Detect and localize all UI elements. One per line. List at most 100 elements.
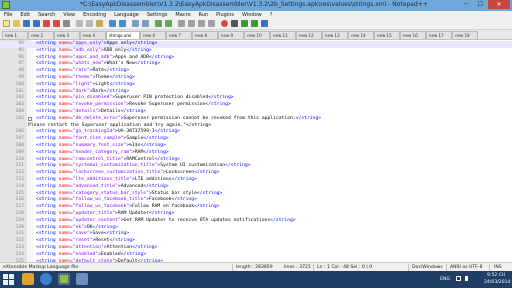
tab-new-4[interactable]: new 4	[80, 31, 106, 39]
code-line[interactable]: 100 <string name="light">Light</string>	[0, 82, 512, 89]
tab-new-12[interactable]: new 12	[296, 31, 322, 39]
menu-run[interactable]: Run	[195, 11, 213, 19]
replace-icon[interactable]	[142, 20, 149, 27]
browser-icon[interactable]	[40, 273, 52, 285]
menu-file[interactable]: File	[0, 11, 16, 19]
close-all-icon[interactable]	[53, 20, 60, 27]
menu-encoding[interactable]: Encoding	[79, 11, 110, 19]
tab-new-9[interactable]: new 9	[218, 31, 244, 39]
stop-macro-icon[interactable]	[231, 20, 238, 27]
code-line[interactable]: 99 <string name="theme">Theme</string>	[0, 75, 512, 82]
minimize-button[interactable]: ─	[458, 0, 473, 9]
tray-language[interactable]: ENG	[440, 277, 450, 282]
code-line[interactable]: 109 <string name="header_category_ram">RA…	[0, 150, 512, 157]
app-taskbar-icon[interactable]	[76, 273, 88, 285]
network-icon[interactable]	[456, 276, 461, 281]
menu-plugins[interactable]: Plugins	[212, 11, 238, 19]
attr-value: "save"	[72, 231, 90, 237]
tab-new-2[interactable]: new 2	[28, 31, 54, 39]
code-line[interactable]: 95 <string name="adb_only">ADB only</stri…	[0, 48, 512, 55]
show-all-chars-icon[interactable]	[198, 20, 205, 27]
tab-new-1[interactable]: new 1	[2, 31, 28, 39]
zoom-out-icon[interactable]	[165, 20, 172, 27]
tab-new-18[interactable]: new 18	[452, 31, 478, 39]
tab-new-7[interactable]: new 7	[166, 31, 192, 39]
code-line[interactable]: 107 <string name="font_size_sample">Sampl…	[0, 136, 512, 143]
code-line[interactable]: 98 <string name="rate">Rate</string>	[0, 68, 512, 75]
string-value: RAM	[134, 149, 144, 155]
tab-new-10[interactable]: new 10	[244, 31, 270, 39]
code-line[interactable]: 103 <string name="revoke_permission">Revo…	[0, 102, 512, 109]
copy-icon[interactable]	[86, 20, 93, 27]
play-macro-icon[interactable]	[241, 20, 248, 27]
notepad-plus-plus-taskbar-icon[interactable]	[58, 273, 70, 285]
xml-tag: <string	[36, 143, 59, 148]
tab-new-15[interactable]: new 15	[374, 31, 400, 39]
code-line[interactable]: 113 <string name="lte_additions_title">LT…	[0, 177, 512, 184]
maximize-button[interactable]: ☐	[473, 0, 488, 9]
menu-settings[interactable]: Settings	[143, 11, 172, 19]
windows-start-icon[interactable]	[3, 274, 14, 285]
zoom-in-icon[interactable]	[155, 20, 162, 27]
open-folder-icon[interactable]	[13, 20, 20, 27]
xml-tag: </string>	[194, 170, 220, 176]
code-editor[interactable]: 94 <string name="apps_only">Apps only</st…	[0, 40, 512, 262]
code-line[interactable]: 105 <string name="db_delete_error">Superu…	[0, 116, 512, 123]
tab-new-6[interactable]: new 6	[140, 31, 166, 39]
volume-icon[interactable]	[465, 276, 471, 281]
code-line[interactable]: 122 <string name="reset">Reset</string>	[0, 238, 512, 245]
undo-icon[interactable]	[109, 20, 116, 27]
code-line[interactable]: 108 <string name="summary_font_size">%1$s…	[0, 143, 512, 150]
code-line[interactable]: 94 <string name="apps_only">Apps only</st…	[0, 41, 512, 48]
xml-tag: </string>	[132, 41, 158, 46]
xml-tag: </string>	[154, 156, 180, 162]
new-file-icon[interactable]	[3, 20, 10, 27]
tab-new-3[interactable]: new 3	[54, 31, 80, 39]
code-line[interactable]: 114 <string name="advanced_title">Advance…	[0, 184, 512, 191]
run-macro-multiple-icon[interactable]	[251, 20, 258, 27]
menu-window[interactable]: Window	[238, 11, 266, 19]
close-file-icon[interactable]	[43, 20, 50, 27]
menu-language[interactable]: Language	[110, 11, 143, 19]
tab-new-11[interactable]: new 11	[270, 31, 296, 39]
menu-search[interactable]: Search	[34, 11, 59, 19]
clock-time[interactable]: 9:52 CH	[487, 273, 505, 278]
tab-strings-xml[interactable]: strings.xml	[106, 31, 140, 39]
tab-new-13[interactable]: new 13	[322, 31, 348, 39]
file-explorer-icon[interactable]	[22, 273, 34, 285]
code-text: <string name="reset">Reset</string>	[36, 238, 135, 245]
clock-date[interactable]: 24/03/2014	[484, 280, 510, 285]
attr-name: name	[58, 81, 70, 87]
save-icon[interactable]	[23, 20, 30, 27]
attr-name: name	[58, 183, 70, 189]
tab-new-16[interactable]: new 16	[400, 31, 426, 39]
code-line[interactable]: 119 <string name="updater_content">Get RA…	[0, 218, 512, 225]
record-macro-icon[interactable]	[221, 20, 228, 27]
indent-guide-icon[interactable]	[208, 20, 215, 27]
paste-icon[interactable]	[96, 20, 103, 27]
attr-value: "adb_only"	[72, 47, 101, 53]
menu-edit[interactable]: Edit	[16, 11, 34, 19]
redo-icon[interactable]	[119, 20, 126, 27]
close-button[interactable]: ✕	[488, 0, 510, 9]
code-line[interactable]: 124 <string name="enabled">Enabled</strin…	[0, 252, 512, 259]
menu-help[interactable]: ?	[266, 11, 277, 19]
code-line[interactable]: 112 <string name="lockscreen_customizatio…	[0, 170, 512, 177]
sync-scroll-icon[interactable]	[178, 20, 185, 27]
tab-new-8[interactable]: new 8	[192, 31, 218, 39]
menu-macro[interactable]: Macro	[171, 11, 194, 19]
tab-new-14[interactable]: new 14	[348, 31, 374, 39]
fold-marker-icon[interactable]	[28, 116, 32, 121]
cut-icon[interactable]	[76, 20, 83, 27]
code-line[interactable]: 123 <string name="attention">Attention</s…	[0, 245, 512, 252]
save-macro-icon[interactable]	[261, 20, 268, 27]
save-all-icon[interactable]	[33, 20, 40, 27]
code-line[interactable]: 118 <string name="updater_title">RAM Upda…	[0, 211, 512, 218]
menu-view[interactable]: View	[59, 11, 79, 19]
print-icon[interactable]	[63, 20, 70, 27]
code-line[interactable]: 104 <string name="details">Details</strin…	[0, 109, 512, 116]
code-line[interactable]: 117 <string name="follow_us_facebook">Fol…	[0, 204, 512, 211]
find-icon[interactable]	[132, 20, 139, 27]
word-wrap-icon[interactable]	[188, 20, 195, 27]
tab-new-17[interactable]: new 17	[426, 31, 452, 39]
